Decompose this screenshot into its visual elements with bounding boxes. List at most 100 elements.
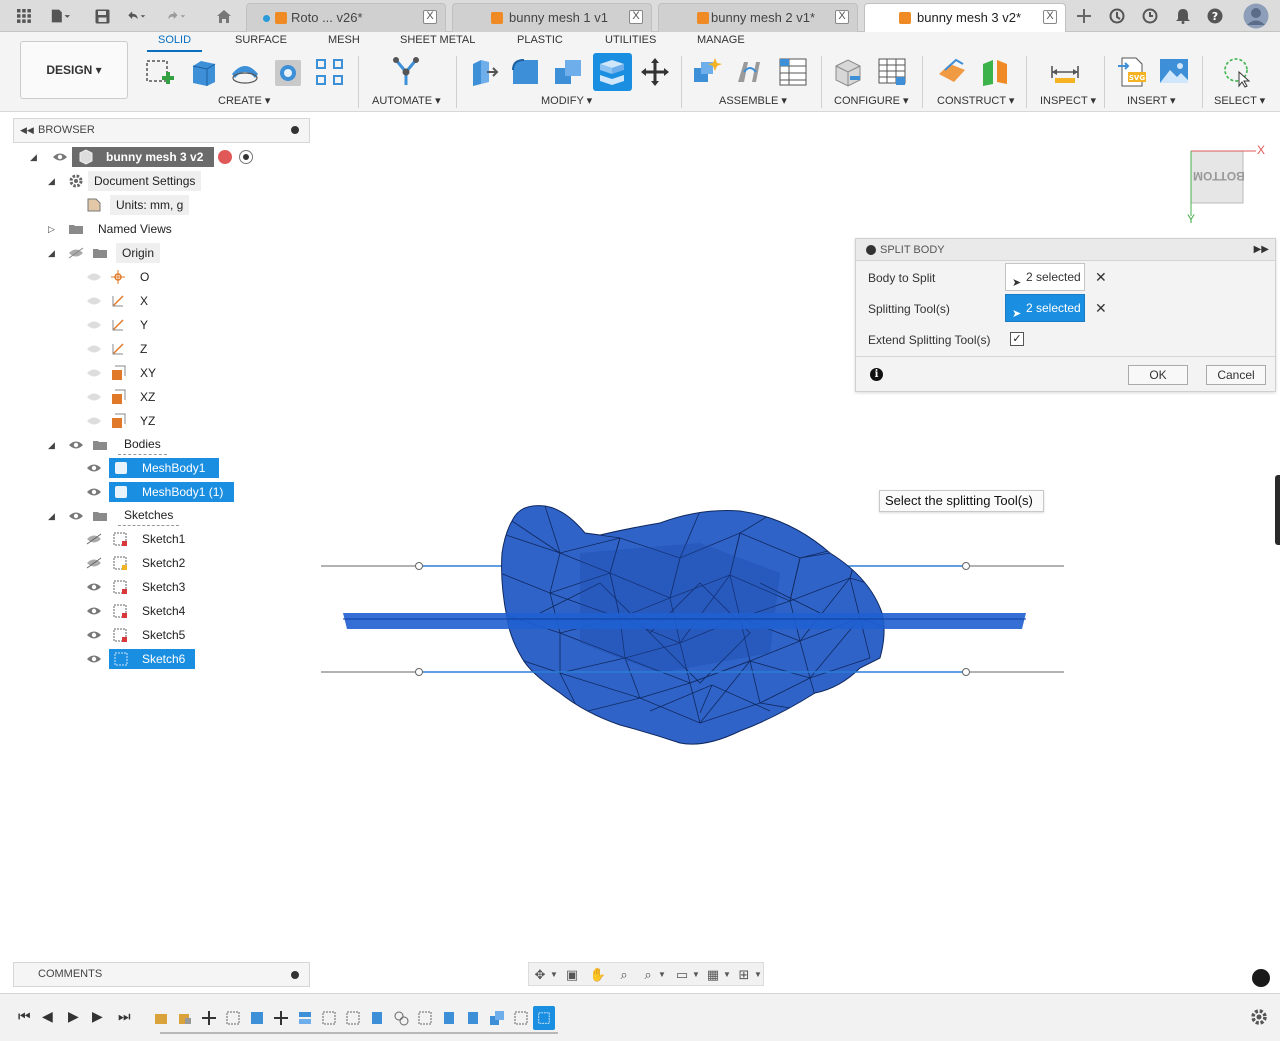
tree-item-label[interactable]: Document Settings [88,171,202,191]
tree-item-label[interactable]: YZ [134,411,161,431]
clear-tools-selection-button[interactable]: ✕ [1095,300,1107,317]
document-tab[interactable]: Roto ... v26* X [246,3,446,32]
group-construct[interactable]: CONSTRUCT ▾ [937,94,1014,107]
tree-item-label[interactable]: Sketch5 [136,625,191,645]
step-forward-icon[interactable]: ▶ [92,1008,103,1025]
press-pull-icon[interactable] [467,56,499,88]
close-tab-icon[interactable]: X [835,10,849,24]
tree-item-label[interactable]: Named Views [92,219,178,239]
tab-sheet-metal[interactable]: SHEET METAL [400,34,475,46]
tree-item-label[interactable]: X [134,291,154,311]
text-commands-icon[interactable] [1252,969,1270,987]
timeline-body-feature-icon[interactable] [369,1010,385,1026]
tree-origin[interactable]: ◢ Origin [48,243,168,263]
document-tab[interactable]: bunny mesh 2 v1* X [658,3,858,32]
hidden-eye-icon[interactable] [86,533,102,545]
cancel-button[interactable]: Cancel [1206,365,1266,385]
tree-plane-yz[interactable]: YZ [86,411,166,431]
dialog-expand-icon[interactable]: ▶▶ [1254,239,1269,261]
undo-icon[interactable] [126,6,146,26]
side-panel-handle[interactable] [1275,475,1280,545]
fillet-icon[interactable] [510,56,542,88]
configuration-table-icon[interactable] [876,56,908,88]
sharing-badge-icon[interactable] [218,150,232,164]
tab-surface[interactable]: SURFACE [235,34,287,46]
close-tab-icon[interactable]: X [1043,10,1057,24]
tree-item-label[interactable]: Sketch1 [136,529,191,549]
timeline-sketch-feature-icon[interactable] [225,1010,241,1026]
dialog-header[interactable]: SPLIT BODY ▶▶ [856,239,1275,261]
play-icon[interactable]: ▶ [68,1008,79,1025]
collapse-triangle-icon[interactable]: ▷ [48,219,55,239]
tree-item-label[interactable]: Y [134,315,154,335]
dropdown-arrow-icon[interactable]: ▼ [749,966,767,984]
offset-plane-icon[interactable] [936,56,968,88]
tree-sketch6[interactable]: Sketch6 [86,649,196,669]
visibility-eye-icon[interactable] [86,343,102,355]
tree-item-label[interactable]: Origin [116,243,161,263]
sketch-point[interactable] [415,668,423,676]
tree-sketch2[interactable]: Sketch2 [86,553,196,573]
pattern-icon[interactable] [314,56,346,88]
timeline-body-feature-icon[interactable] [465,1010,481,1026]
document-tab-active[interactable]: bunny mesh 3 v2* X [864,3,1066,33]
extrude-icon[interactable] [187,56,219,88]
look-at-icon[interactable]: ▣ [563,966,581,984]
select-lasso-icon[interactable] [1221,56,1253,88]
group-configure[interactable]: CONFIGURE ▾ [834,94,909,107]
timeline-current-sketch[interactable] [533,1006,555,1030]
visibility-eye-icon[interactable] [86,605,102,617]
tab-plastic[interactable]: PLASTIC [517,34,563,46]
timeline-track[interactable] [160,1032,558,1034]
tree-item-label[interactable]: Units: mm, g [110,195,190,215]
tree-plane-xz[interactable]: XZ [86,387,166,407]
measure-icon[interactable] [1049,56,1081,88]
visibility-eye-icon[interactable] [86,462,102,474]
step-back-icon[interactable]: ◀ [42,1008,53,1025]
sketch-point[interactable] [962,562,970,570]
tree-sketch3[interactable]: Sketch3 [86,577,196,597]
timeline-joint-feature-icon[interactable] [393,1010,409,1026]
timeline-body-feature-icon[interactable] [441,1010,457,1026]
split-body-tool-active[interactable] [593,53,632,91]
bill-of-materials-icon[interactable] [777,56,809,88]
tree-sketch4[interactable]: Sketch4 [86,601,196,621]
go-to-start-icon[interactable]: ⏮ [18,1008,31,1025]
automate-icon[interactable] [390,56,422,88]
group-select[interactable]: SELECT ▾ [1214,94,1265,107]
timeline-sketch-feature-icon[interactable] [345,1010,361,1026]
help-icon[interactable]: ? [1205,6,1225,26]
tree-item-label[interactable]: Sketch4 [136,601,191,621]
zoom-icon[interactable]: ⌕ [615,966,633,984]
new-tab-icon[interactable] [1074,6,1094,26]
tree-item-label[interactable]: O [134,267,155,287]
dropdown-arrow-icon[interactable]: ▼ [718,966,736,984]
viewcube-face-label[interactable]: BOTTOM [1193,169,1245,183]
tree-sketches-folder[interactable]: ◢ Sketches [48,506,188,526]
tree-item-label[interactable]: Z [134,339,153,359]
view-cube[interactable] [1190,150,1256,216]
timeline-move-feature-icon[interactable] [273,1010,289,1026]
timeline-move-feature-icon[interactable] [201,1010,217,1026]
tree-units[interactable]: Units: mm, g [86,195,206,215]
tree-item-label[interactable]: XY [134,363,162,383]
notifications-bell-icon[interactable] [1173,6,1193,26]
timeline-body-feature-icon[interactable] [249,1010,265,1026]
expand-triangle-icon[interactable]: ◢ [48,506,55,526]
tree-document-settings[interactable]: ◢ Document Settings [48,171,218,191]
timeline-sketch-feature-icon[interactable] [417,1010,433,1026]
tree-item-label[interactable]: Sketch2 [136,553,191,573]
sketch-point[interactable] [962,668,970,676]
browser-panel-header[interactable]: ◀◀ BROWSER [13,118,310,143]
body-to-split-selector[interactable]: ➤ 2 selected [1005,263,1085,291]
comments-panel-header[interactable]: COMMENTS [13,962,310,987]
visibility-eye-icon[interactable] [68,439,84,451]
timeline-split-feature-icon[interactable] [297,1010,313,1026]
timeline-settings-gear-icon[interactable] [1250,1008,1268,1026]
tree-item-label[interactable]: XZ [134,387,161,407]
group-create[interactable]: CREATE ▾ [218,94,270,107]
visibility-eye-icon[interactable] [68,510,84,522]
expand-triangle-icon[interactable]: ◢ [30,147,37,167]
expand-triangle-icon[interactable]: ◢ [48,243,55,263]
tree-root[interactable]: ◢ bunny mesh 3 v2 [30,147,270,167]
